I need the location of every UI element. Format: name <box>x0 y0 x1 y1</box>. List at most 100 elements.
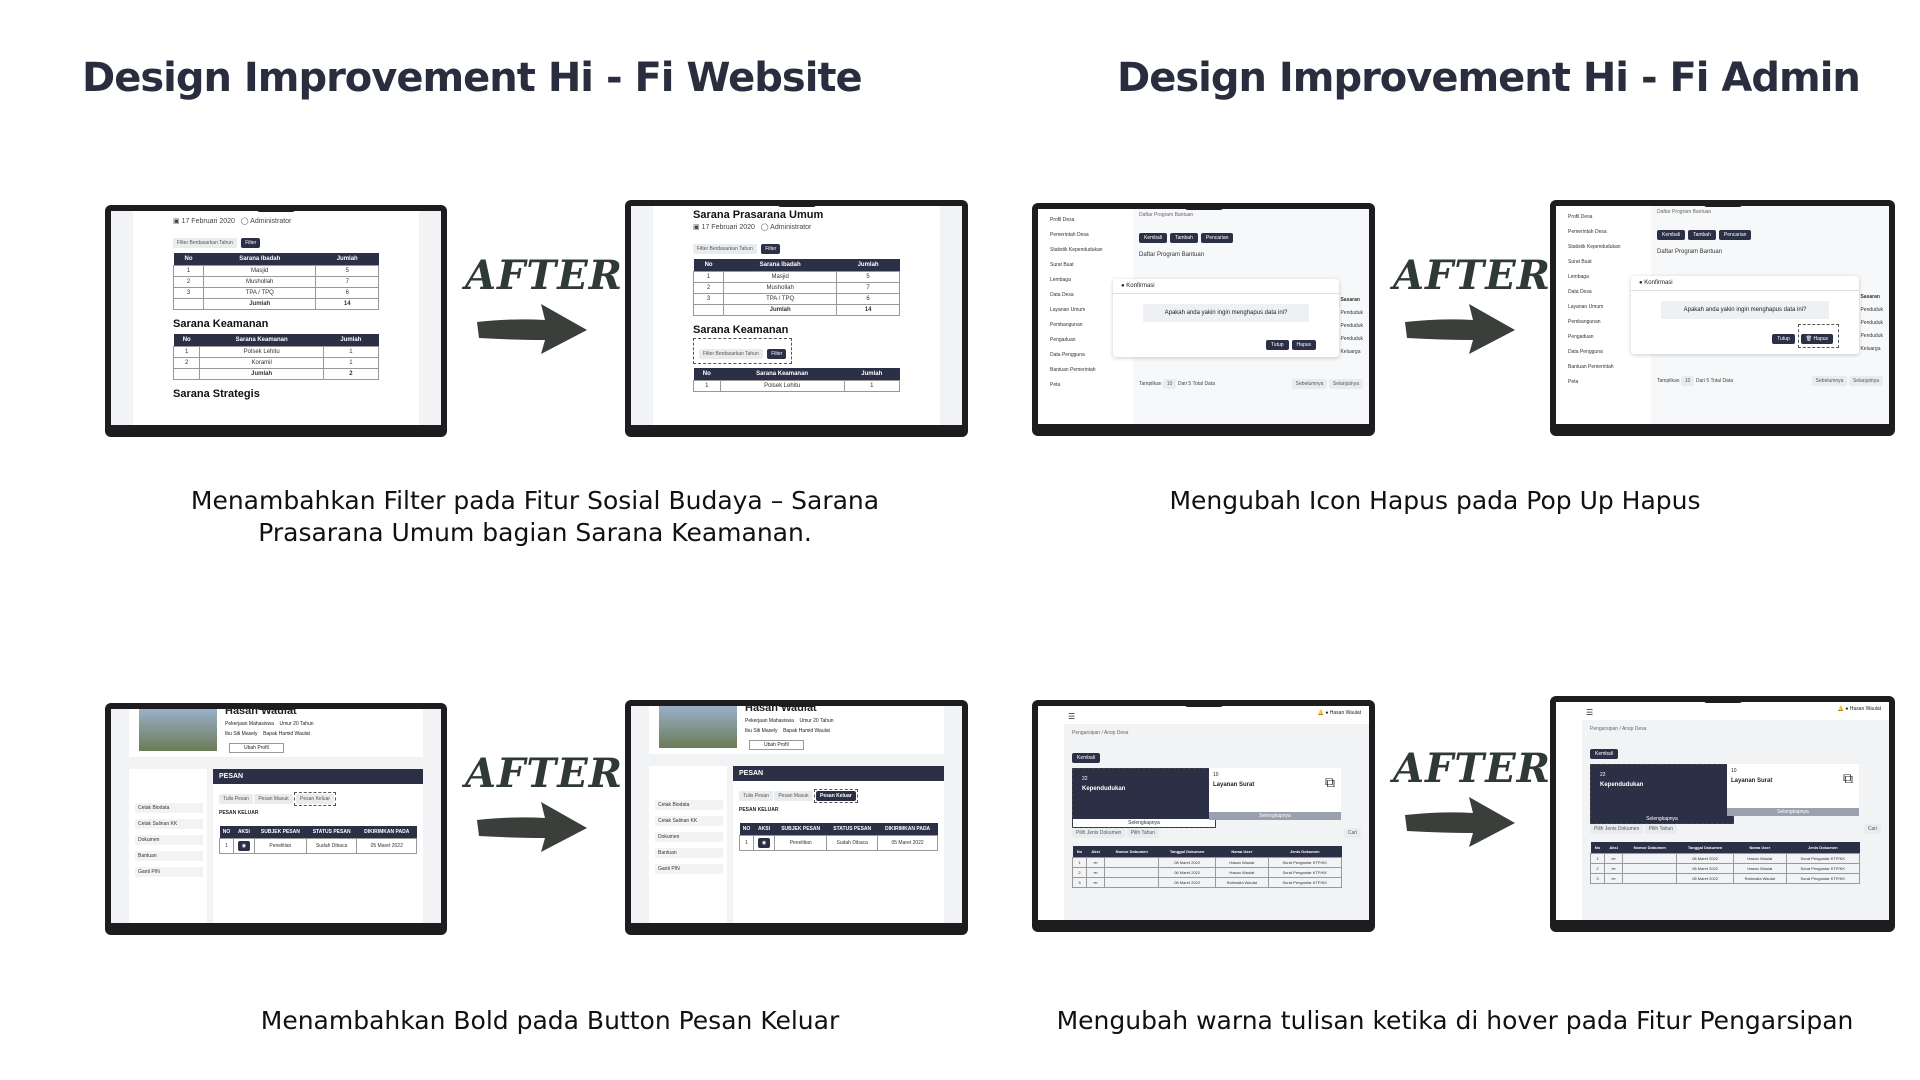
filter-select[interactable]: Filter Berdasarkan Tahun <box>173 238 237 248</box>
close-button[interactable]: Tutup <box>1772 334 1795 344</box>
tab-pesan-keluar[interactable]: Pesan Keluar <box>296 794 335 804</box>
close-button[interactable]: Tutup <box>1265 340 1289 350</box>
menu-icon[interactable]: ☰ <box>1064 708 1079 725</box>
after-indicator-3: AFTER <box>465 750 622 860</box>
arsip-table: No Aksi Nomor Dokumen Tanggal Dokumen Nama U… <box>1072 846 1343 888</box>
delete-button[interactable]: Hapus <box>1291 340 1316 350</box>
info-icon: ● <box>1639 280 1643 286</box>
doc-type-select[interactable]: Pilih Jenis Dokumen <box>1590 824 1644 834</box>
keamanan-title: Sarana Keamanan <box>693 324 789 336</box>
calendar-icon: ▣ <box>173 218 180 225</box>
caption-filter: Menambahkan Filter pada Fitur Sosial Bud… <box>190 486 880 547</box>
next-section-title: Sarana Strategis <box>173 388 260 400</box>
page-title: Sarana Prasarana Umum <box>693 209 824 221</box>
info-icon: ● <box>1121 283 1125 289</box>
profile-menu: Cetak Biodata Cetak Salinan KK Dokumen B… <box>649 766 727 923</box>
edit-profile-button[interactable]: Ubah Profil <box>229 743 284 753</box>
edit-profile-button[interactable]: Ubah Profil <box>749 740 804 750</box>
back-button[interactable]: Kembali <box>1072 753 1101 763</box>
doc-type-select[interactable]: Pilih Jenis Dokumen <box>1072 828 1126 838</box>
laptop-admin-before: Profil Desa Pemerintah Desa Statistik Ke… <box>1032 203 1375 436</box>
next-page-button[interactable]: Selanjutnya <box>1328 379 1363 389</box>
message-table: NO AKSI SUBJEK PESAN STATUS PESAN DIKIRIMKAN… <box>739 823 938 851</box>
heading-website: Design Improvement Hi - Fi Website <box>82 55 863 101</box>
heading-admin: Design Improvement Hi - Fi Admin <box>1117 55 1861 101</box>
ibadah-table: No Sarana Ibadah Jumlah 1 Masjid 5 2 Musholla… <box>692 259 900 316</box>
delete-button[interactable]: 🗑 Hapus <box>1800 334 1833 344</box>
after-indicator-4: AFTER <box>1393 745 1550 855</box>
tab-tulis-pesan[interactable]: Tulis Pesan <box>219 794 253 804</box>
page-size-select[interactable]: 10 <box>1162 379 1177 389</box>
avatar[interactable]: ● <box>1845 706 1848 712</box>
arrow-right-icon <box>477 802 587 852</box>
filter-select[interactable]: Filter Berdasarkan Tahun <box>693 244 757 254</box>
profile-name: Hasan Waulat <box>745 706 817 714</box>
after-indicator-1: AFTER <box>465 252 622 362</box>
arrow-right-icon <box>1405 304 1515 354</box>
after-indicator-2: AFTER <box>1393 252 1550 362</box>
laptop-website-after: Sarana Prasarana Umum ▣ 17 Februari 2020… <box>625 200 968 437</box>
tab-pesan-masuk[interactable]: Pesan Masuk <box>774 791 813 801</box>
selengkapnya-link[interactable]: Selengkapnya <box>1073 819 1215 827</box>
search-button[interactable]: Pencarian <box>1718 230 1752 240</box>
tab-tulis-pesan[interactable]: Tulis Pesan <box>739 791 773 801</box>
user-icon: ◯ <box>240 218 249 225</box>
card-layanan-surat[interactable]: 10 Layanan Surat ⧉ Selengkapnya <box>1209 768 1341 820</box>
panel-title: PESAN <box>213 769 423 784</box>
copy-icon: ⧉ <box>1843 770 1853 786</box>
profile-photo <box>659 706 737 748</box>
page-size-select[interactable]: 10 <box>1680 376 1695 386</box>
view-icon[interactable]: ◉ <box>757 838 771 848</box>
add-button[interactable]: Tambah <box>1688 230 1716 240</box>
year-select[interactable]: Pilih Tahun <box>1644 824 1678 834</box>
copy-icon: ⧉ <box>1325 774 1335 790</box>
caption-hapus: Mengubah Icon Hapus pada Pop Up Hapus <box>1169 486 1701 515</box>
arsip-sidebar <box>1556 702 1582 920</box>
search-input[interactable]: Cari <box>1863 824 1881 834</box>
filter-button[interactable]: Filter <box>761 244 781 254</box>
back-button[interactable]: Kembali <box>1657 230 1686 240</box>
add-button[interactable]: Tambah <box>1170 233 1198 243</box>
card-kependudukan[interactable]: 22 Kependudukan Selengkapnya <box>1590 764 1734 824</box>
arsip-table: No Aksi Nomor Dokumen Tanggal Dokumen Nama U… <box>1590 842 1861 884</box>
year-select[interactable]: Pilih Tahun <box>1126 828 1160 838</box>
card-kependudukan[interactable]: 22 Kependudukan Selengkapnya <box>1072 768 1216 828</box>
caption-hover: Mengubah warna tulisan ketika di hover p… <box>1056 1006 1854 1035</box>
arrow-right-icon <box>477 304 587 354</box>
prev-page-button[interactable]: Sebelumnya <box>1291 379 1328 389</box>
view-icon[interactable]: ◉ <box>237 841 251 851</box>
calendar-icon: ▣ <box>693 224 700 231</box>
selengkapnya-link[interactable]: Selengkapnya <box>1727 808 1859 816</box>
caption-bold: Menambahkan Bold pada Button Pesan Kelua… <box>260 1006 840 1035</box>
keamanan-title: Sarana Keamanan <box>173 318 269 330</box>
next-page-button[interactable]: Selanjutnya <box>1848 376 1883 386</box>
profile-menu: Cetak Biodata Cetak Salinan KK Dokumen B… <box>129 769 207 923</box>
laptop-arsip-after: ☰ 🔔 ● Hasan Waulat Pengarsipan / Arsip De… <box>1550 696 1895 932</box>
prev-page-button[interactable]: Sebelumnya <box>1811 376 1848 386</box>
panel-title: PESAN <box>733 766 944 781</box>
search-button[interactable]: Pencarian <box>1200 233 1234 243</box>
selengkapnya-link[interactable]: Selengkapnya <box>1591 815 1733 823</box>
filter-select[interactable]: Filter Berdasarkan Tahun <box>699 349 763 359</box>
bell-icon[interactable]: 🔔 <box>1318 710 1324 716</box>
keamanan-filter-highlight: Filter Berdasarkan Tahun Filter <box>693 338 793 364</box>
laptop-profile-after: Hasan Waulat Pekerjaan Mahasiswa Umur 20… <box>625 700 968 935</box>
delete-confirm-modal: ● Konfirmasi Apakah anda yakin ingin men… <box>1113 279 1339 357</box>
search-input[interactable]: Cari <box>1343 828 1361 838</box>
menu-icon[interactable]: ☰ <box>1582 704 1597 721</box>
bell-icon[interactable]: 🔔 <box>1838 706 1844 712</box>
laptop-admin-after: Profil Desa Pemerintah Desa Statistik Ke… <box>1550 200 1895 436</box>
tab-pesan-masuk[interactable]: Pesan Masuk <box>254 794 293 804</box>
back-button[interactable]: Kembali <box>1590 749 1619 759</box>
laptop-website-before: ▣ 17 Februari 2020 ◯ Administrator Filte… <box>105 205 447 437</box>
ibadah-table: No Sarana Ibadah Jumlah 1 Masjid 5 2 Musholla… <box>173 253 379 310</box>
card-layanan-surat[interactable]: 10 Layanan Surat ⧉ Selengkapnya <box>1727 764 1859 816</box>
filter-button[interactable]: Filter <box>241 238 261 248</box>
profile-name: Hasan Waulat <box>225 709 297 717</box>
back-button[interactable]: Kembali <box>1139 233 1168 243</box>
tab-pesan-keluar[interactable]: Pesan Keluar <box>816 791 856 801</box>
selengkapnya-link[interactable]: Selengkapnya <box>1209 812 1341 820</box>
filter-button[interactable]: Filter <box>767 349 787 359</box>
trash-icon: 🗑 <box>1805 336 1813 342</box>
avatar[interactable]: ● <box>1325 710 1328 716</box>
